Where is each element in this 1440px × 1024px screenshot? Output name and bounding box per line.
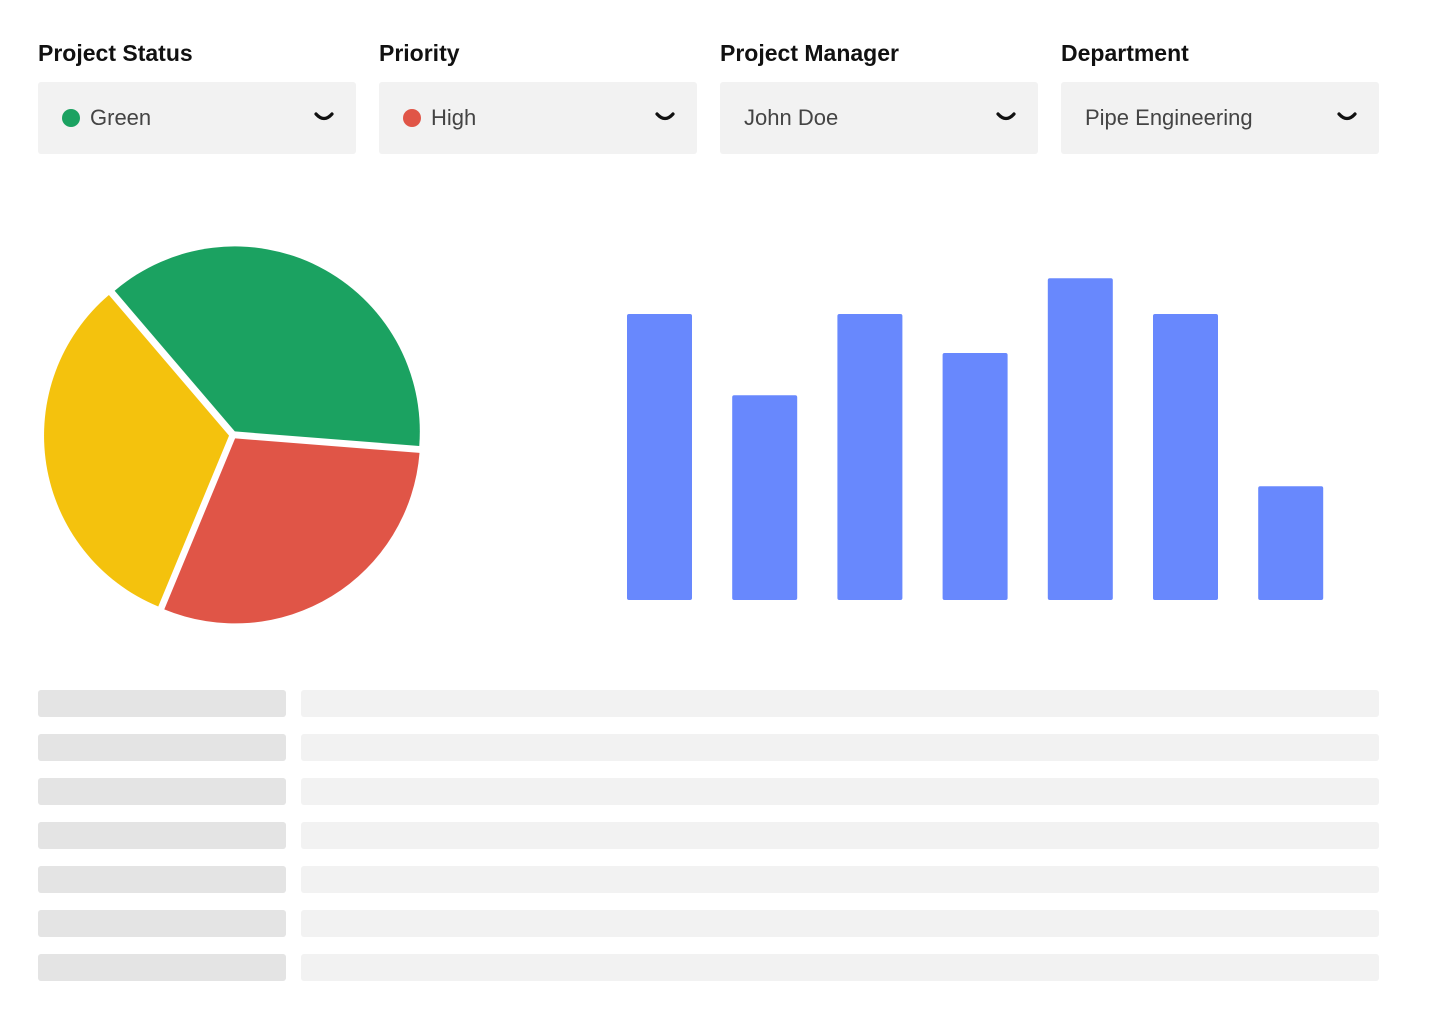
select-value: High — [431, 105, 477, 130]
bar-chart — [627, 278, 1324, 600]
status-dot-icon — [62, 109, 80, 127]
chevron-down-icon — [996, 112, 1016, 121]
filter-label: Priority — [379, 40, 460, 66]
filter-priority: Priority High — [379, 36, 697, 154]
priority-select[interactable]: High — [379, 82, 697, 154]
table-row — [38, 954, 1379, 981]
bar — [837, 314, 903, 600]
table-placeholder — [38, 690, 1379, 998]
chevron-down-icon — [1337, 112, 1357, 121]
chevron-down-icon — [655, 112, 675, 121]
pie-chart — [44, 246, 420, 624]
filter-department: Department Pipe Engineering — [1061, 36, 1379, 154]
filter-label: Project Status — [38, 40, 193, 66]
charts-area — [0, 230, 1440, 650]
bar — [1047, 278, 1113, 600]
placeholder-label-cell — [38, 690, 286, 717]
filter-bar: Project Status Green Priority High Proje… — [38, 36, 1379, 154]
placeholder-label-cell — [38, 734, 286, 761]
placeholder-value-cell — [301, 778, 1379, 805]
table-row — [38, 866, 1379, 893]
placeholder-value-cell — [301, 954, 1379, 981]
chevron-down-icon — [314, 112, 334, 121]
bar — [732, 395, 798, 600]
table-row — [38, 822, 1379, 849]
table-row — [38, 778, 1379, 805]
table-row — [38, 690, 1379, 717]
placeholder-label-cell — [38, 866, 286, 893]
project-manager-select[interactable]: John Doe — [720, 82, 1038, 154]
placeholder-value-cell — [301, 910, 1379, 937]
placeholder-label-cell — [38, 778, 286, 805]
select-value: Green — [90, 105, 152, 130]
placeholder-label-cell — [38, 954, 286, 981]
filter-label: Project Manager — [720, 40, 899, 66]
status-dot-icon — [403, 109, 421, 127]
placeholder-value-cell — [301, 822, 1379, 849]
select-value: John Doe — [744, 105, 839, 130]
filter-project-status: Project Status Green — [38, 36, 356, 154]
filter-label: Department — [1061, 40, 1189, 66]
placeholder-value-cell — [301, 690, 1379, 717]
placeholder-label-cell — [38, 910, 286, 937]
placeholder-value-cell — [301, 866, 1379, 893]
select-value: Pipe Engineering — [1085, 105, 1253, 130]
placeholder-value-cell — [301, 734, 1379, 761]
filter-project-manager: Project Manager John Doe — [720, 36, 1038, 154]
bar — [627, 314, 692, 600]
placeholder-label-cell — [38, 822, 286, 849]
bar — [1258, 486, 1324, 600]
table-row — [38, 910, 1379, 937]
project-status-select[interactable]: Green — [38, 82, 356, 154]
bar — [1153, 314, 1218, 600]
bar — [942, 353, 1008, 600]
department-select[interactable]: Pipe Engineering — [1061, 82, 1379, 154]
table-row — [38, 734, 1379, 761]
